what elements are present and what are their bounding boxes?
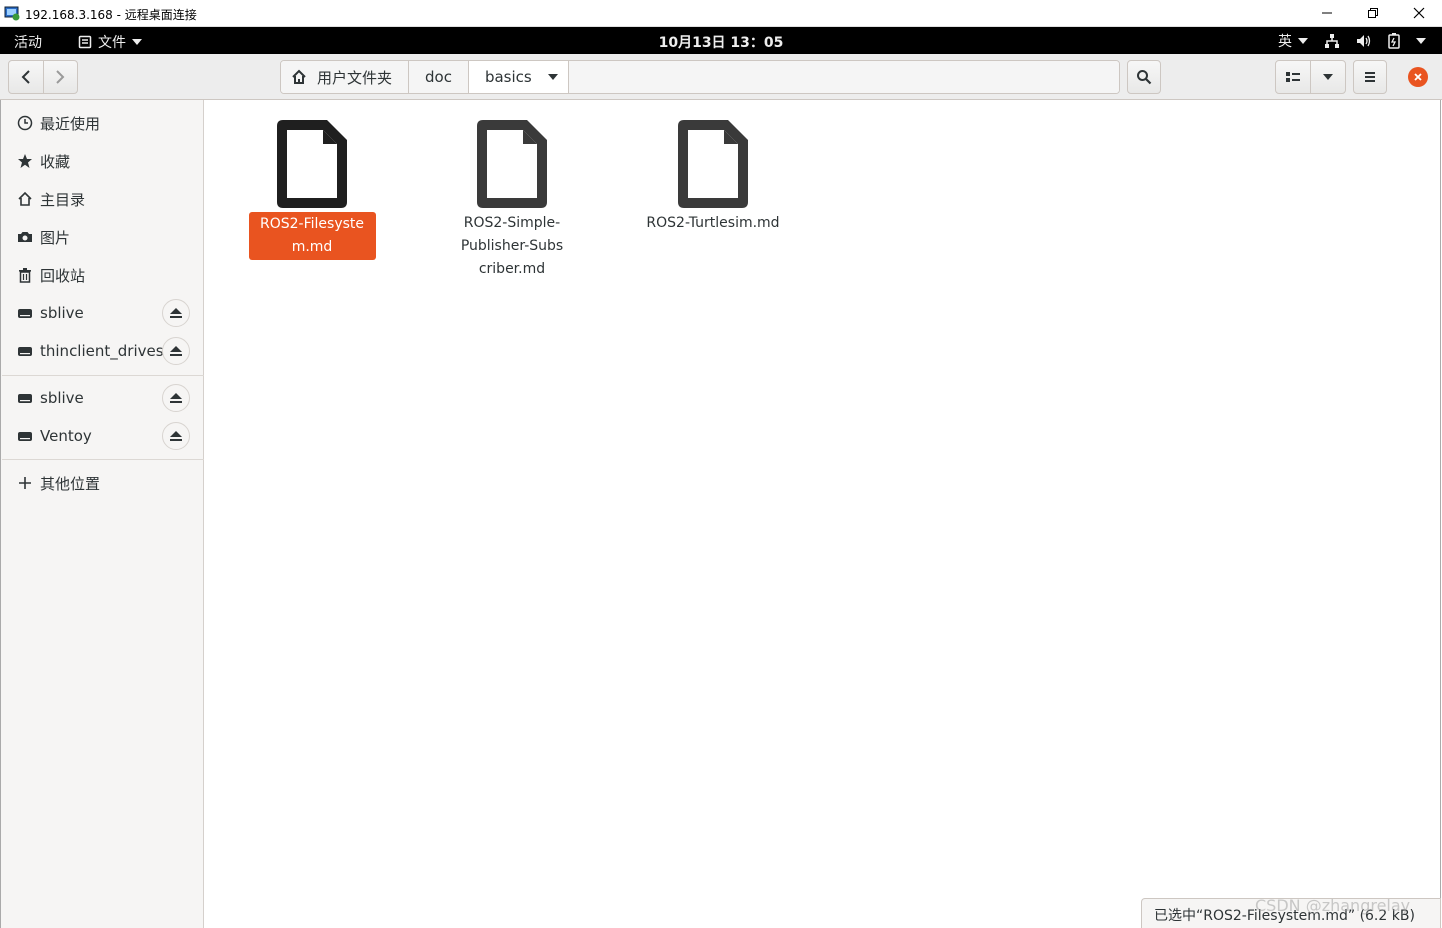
eject-icon (170, 431, 182, 441)
search-button[interactable] (1127, 60, 1161, 94)
home-icon (292, 69, 306, 84)
sidebar-item-label: sblive (40, 304, 84, 322)
home-icon (18, 191, 32, 206)
eject-icon (170, 308, 182, 318)
clock[interactable]: 10月13日 13：05 (0, 32, 1442, 52)
sidebar-item-starred[interactable]: 收藏 (2, 142, 204, 180)
gnome-top-bar: 活动 文件 10月13日 13：05 英 (0, 27, 1442, 54)
eject-icon (170, 393, 182, 403)
chevron-down-icon (1322, 74, 1333, 80)
restore-icon (1368, 8, 1378, 18)
sidebar-item-pictures[interactable]: 图片 (2, 218, 204, 256)
sidebar-mount-thinclient-drives[interactable]: thinclient_drives (2, 332, 204, 370)
file-item[interactable]: ROS2-Turtlesim.md (638, 118, 788, 235)
eject-button[interactable] (162, 384, 190, 412)
sidebar-mount-ventoy[interactable]: Ventoy (2, 417, 204, 455)
sidebar-item-label: 最近使用 (40, 114, 101, 133)
rdp-titlebar: 192.168.3.168 - 远程桌面连接 (0, 0, 1442, 27)
eject-button[interactable] (162, 422, 190, 450)
sidebar-item-other-locations[interactable]: 其他位置 (2, 464, 204, 502)
close-icon (1413, 7, 1425, 19)
forward-button[interactable] (42, 61, 77, 93)
chevron-left-icon (21, 70, 30, 84)
view-options-button[interactable] (1311, 61, 1346, 93)
chevron-down-icon (1416, 38, 1426, 44)
clock-icon (17, 115, 33, 131)
file-name: ROS2-Simple-Publisher-Subscriber.md (460, 215, 564, 277)
input-method-indicator[interactable]: 英 (1278, 31, 1308, 51)
input-method-label: 英 (1278, 34, 1292, 50)
drive-icon (18, 394, 32, 403)
view-toggle-group (1275, 60, 1346, 94)
breadcrumb-label: basics (484, 68, 532, 86)
close-window-button[interactable] (1396, 0, 1442, 26)
camera-icon (18, 232, 32, 242)
drive-icon (18, 347, 32, 356)
nautilus-header-bar: 用户文件夹 doc basics (0, 54, 1442, 100)
sidebar-item-label: sblive (40, 389, 84, 407)
path-bar: 用户文件夹 doc basics (280, 60, 1120, 94)
breadcrumb-label: 用户文件夹 (317, 68, 393, 87)
sidebar-item-label: 回收站 (40, 266, 86, 285)
breadcrumb-home[interactable]: 用户文件夹 (281, 61, 410, 93)
sidebar-item-label: 主目录 (40, 190, 86, 209)
sidebar-mount-sblive[interactable]: sblive (2, 294, 204, 332)
file-name: ROS2-Filesystem.md (248, 212, 376, 260)
drive-icon (18, 432, 32, 441)
restore-button[interactable] (1350, 0, 1396, 26)
chevron-right-icon (56, 70, 65, 84)
file-item[interactable]: ROS2-Filesystem.md (237, 118, 387, 260)
close-nautilus-button[interactable] (1408, 67, 1428, 87)
sidebar-separator (2, 459, 204, 460)
file-item[interactable]: ROS2-Simple-Publisher-Subscriber.md (437, 118, 587, 281)
sidebar-item-label: Ventoy (40, 427, 92, 445)
battery-icon (1388, 33, 1400, 49)
close-icon (1414, 73, 1422, 81)
plus-icon (19, 477, 31, 489)
document-icon (678, 120, 748, 208)
sidebar-mount-sblive-2[interactable]: sblive (2, 379, 204, 417)
document-icon (477, 120, 547, 208)
sidebar-item-trash[interactable]: 回收站 (2, 256, 204, 294)
network-icon (1325, 34, 1339, 48)
list-view-button[interactable] (1276, 61, 1311, 93)
watermark: CSDN @zhangrelay (1255, 896, 1411, 915)
sidebar-item-home[interactable]: 主目录 (2, 180, 204, 218)
search-icon (1137, 70, 1152, 85)
breadcrumb-doc[interactable]: doc (409, 61, 469, 93)
eject-icon (170, 346, 182, 356)
file-grid-view[interactable]: ROS2-Filesystem.md ROS2-Simple-Publisher… (204, 100, 1441, 928)
sidebar-item-recent[interactable]: 最近使用 (2, 104, 204, 142)
eject-button[interactable] (162, 337, 190, 365)
document-icon (277, 120, 347, 208)
navigation-buttons (8, 60, 78, 94)
file-name: ROS2-Turtlesim.md (646, 215, 780, 231)
eject-button[interactable] (162, 299, 190, 327)
breadcrumb-label: doc (425, 68, 452, 86)
breadcrumb-basics[interactable]: basics (468, 61, 569, 93)
sidebar-separator (2, 375, 204, 376)
minimize-button[interactable] (1304, 0, 1350, 26)
sidebar-item-label: 收藏 (40, 152, 71, 171)
back-button[interactable] (9, 61, 43, 93)
hamburger-menu-icon (1365, 72, 1375, 82)
sidebar-item-label: 图片 (40, 228, 71, 247)
drive-icon (18, 309, 32, 318)
remote-desktop-icon (4, 6, 20, 21)
path-bar-empty-area (568, 61, 1119, 93)
volume-icon (1357, 35, 1371, 47)
chevron-down-icon (547, 74, 558, 80)
sidebar-item-label: 其他位置 (40, 474, 101, 493)
system-tray[interactable]: 英 (1278, 31, 1426, 51)
main-menu-button[interactable] (1353, 60, 1387, 94)
trash-icon (19, 268, 31, 283)
star-icon (18, 154, 32, 168)
rdp-window-title: 192.168.3.168 - 远程桌面连接 (25, 8, 197, 22)
places-sidebar: 最近使用 收藏 主目录 图片 回收站 sblive thinclient_dri… (0, 100, 204, 928)
list-view-icon (1285, 72, 1300, 82)
sidebar-item-label: thinclient_drives (40, 342, 164, 360)
minimize-icon (1322, 12, 1332, 14)
chevron-down-icon (1298, 38, 1308, 44)
